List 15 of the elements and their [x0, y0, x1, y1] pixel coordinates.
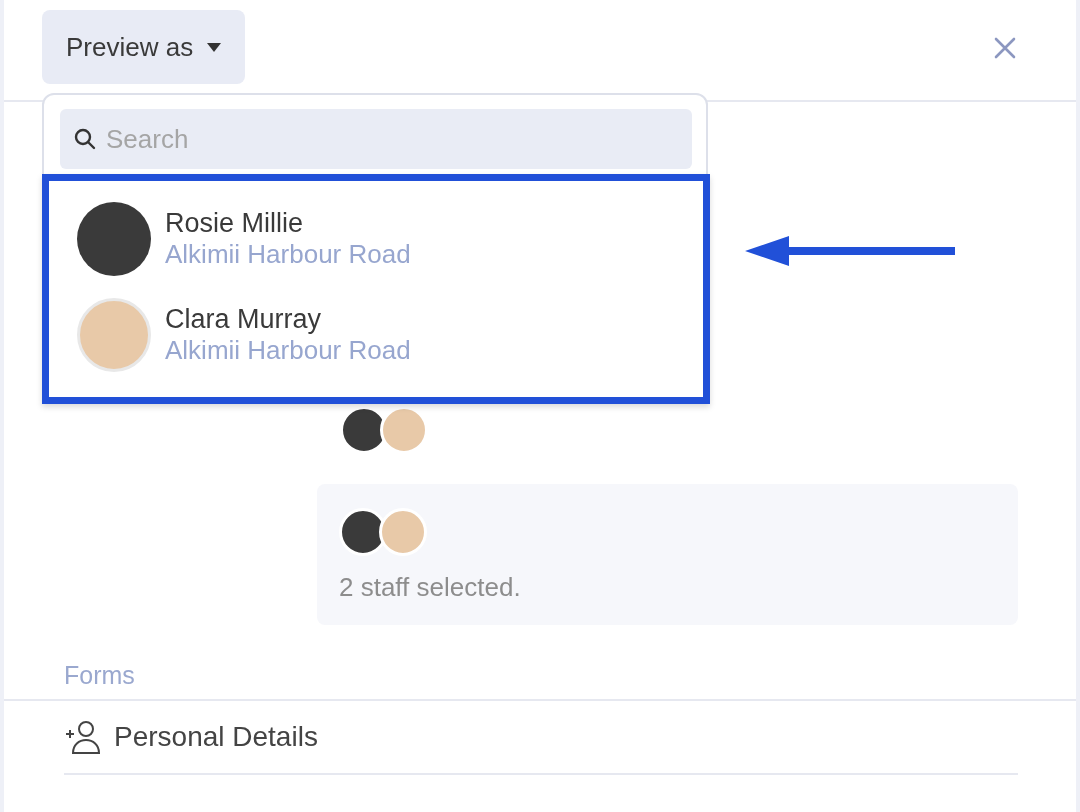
- close-icon[interactable]: [994, 37, 1016, 59]
- add-person-icon: [64, 720, 100, 754]
- preview-as-button[interactable]: Preview as: [42, 10, 246, 84]
- avatar: [379, 508, 427, 556]
- staff-name: Clara Murray: [165, 304, 323, 335]
- staff-name: Rosie Millie: [165, 208, 305, 239]
- section-heading: Forms: [64, 661, 136, 691]
- staff-option[interactable]: Rosie Millie Alkimii Harbour Road: [49, 191, 703, 287]
- selection-summary: 2 staff selected.: [339, 572, 522, 603]
- search-icon: [74, 128, 96, 150]
- staff-location: Alkimii Harbour Road: [165, 335, 411, 366]
- caret-icon: [207, 42, 222, 52]
- staff-option[interactable]: Clara Murray Alkimii Harbour Road: [49, 287, 703, 383]
- staff-location: Alkimii Harbour Road: [165, 239, 411, 270]
- form-link[interactable]: Personal Details: [114, 721, 318, 753]
